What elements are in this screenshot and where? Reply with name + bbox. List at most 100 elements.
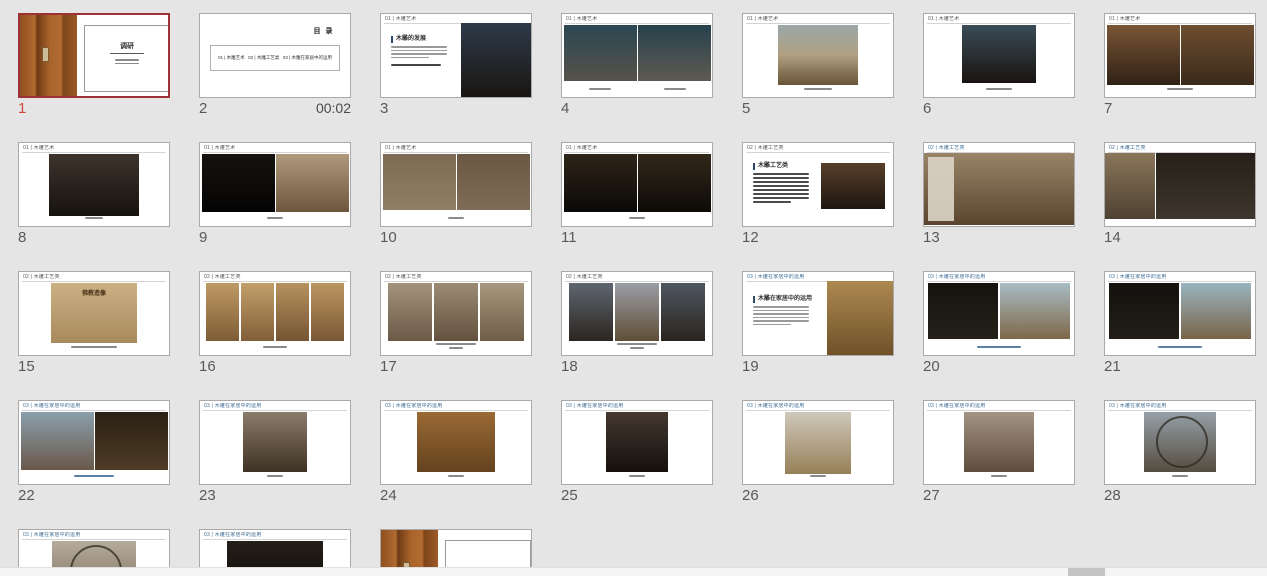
- slide-thumbnail[interactable]: 03 | 木雕在家居中的运用: [742, 400, 894, 485]
- slide-thumbnail[interactable]: 01 | 木雕艺术: [199, 142, 351, 227]
- slide-cell: 调研 1: [18, 13, 170, 117]
- slide-number: 9: [199, 229, 207, 246]
- slide-thumbnail[interactable]: 02 | 木雕工艺类: [380, 271, 532, 356]
- slide-label: 27: [923, 487, 1075, 504]
- slide-thumbnail[interactable]: 01 | 木雕艺术: [18, 142, 170, 227]
- photo-row: [383, 283, 529, 341]
- text-line: [753, 320, 809, 322]
- slide-number: 8: [18, 229, 26, 246]
- slide-number: 20: [923, 358, 940, 375]
- slide-number: 10: [380, 229, 397, 246]
- photo-thumbnail: [638, 25, 711, 81]
- slide-header-rule: [746, 23, 890, 24]
- text-line: [753, 185, 809, 187]
- slide-cell: 01 | 木雕艺术 10: [380, 142, 532, 246]
- title-underline: [110, 53, 144, 54]
- slide-header-rule: [927, 23, 1071, 24]
- wood-door-photo: [20, 15, 77, 96]
- slide-thumbnail[interactable]: 02 | 木雕工艺类: [561, 271, 713, 356]
- slide-number: 16: [199, 358, 216, 375]
- scrollbar-thumb[interactable]: [1068, 568, 1105, 576]
- photo-thumbnail: [615, 283, 659, 341]
- slide-thumbnail[interactable]: 01 | 木雕艺术: [742, 13, 894, 98]
- slide-thumbnail[interactable]: 01 | 木雕艺术: [561, 13, 713, 98]
- slide-number: 26: [742, 487, 759, 504]
- caption-row: [200, 475, 350, 477]
- slide-number: 12: [742, 229, 759, 246]
- slide-number: 19: [742, 358, 759, 375]
- slide-section-header: 01 | 木雕艺术: [566, 16, 708, 22]
- slide-thumbnail[interactable]: 03 | 木雕在家居中的运用: [561, 400, 713, 485]
- caption-row: [200, 217, 350, 219]
- slide-label: 6: [923, 100, 1075, 117]
- text-line: [391, 53, 447, 55]
- slide-header-rule: [22, 152, 166, 153]
- slide-number: 27: [923, 487, 940, 504]
- slide-header-rule: [927, 281, 1071, 282]
- slide-label: 7: [1104, 100, 1256, 117]
- text-line: [804, 88, 832, 90]
- slide-section-header: 02 | 木雕工艺类: [747, 145, 889, 151]
- slide-cell: 02 | 木雕工艺类13: [923, 142, 1075, 246]
- slide-section-header: 03 | 木雕在家居中的运用: [204, 532, 346, 538]
- photo-row: [1107, 412, 1253, 472]
- slide-label: 1: [18, 100, 170, 117]
- slide-label: 25: [561, 487, 713, 504]
- photo-thumbnail: [661, 283, 705, 341]
- photo-thumbnail: [49, 154, 139, 216]
- toc-item: 01 | 木雕艺术: [218, 55, 245, 61]
- slide-thumbnail[interactable]: 02 | 木雕工艺类佛教造像: [18, 271, 170, 356]
- slide-thumbnail[interactable]: 01 | 木雕艺术木雕的发展: [380, 13, 532, 98]
- slide-thumbnail[interactable]: 03 | 木雕在家居中的运用: [199, 400, 351, 485]
- text-line: [391, 57, 429, 59]
- toc-frame: 01 | 木雕艺术02 | 木雕工艺类03 | 木雕在家居中的运用: [210, 45, 340, 71]
- slide-cell: 03 | 木雕在家居中的运用23: [199, 400, 351, 504]
- text-line: [753, 310, 809, 312]
- slide-cell: 02 | 木雕工艺类 17: [380, 271, 532, 375]
- photo-thumbnail: [276, 283, 309, 341]
- slide-thumbnail[interactable]: 03 | 木雕在家居中的运用木雕在家居中的运用: [742, 271, 894, 356]
- slide-header-rule: [203, 410, 347, 411]
- photo-thumbnail: [243, 412, 307, 472]
- slide-thumbnail[interactable]: 02 | 木雕工艺类: [1104, 142, 1256, 227]
- slide-thumbnail[interactable]: 03 | 木雕在家居中的运用: [1104, 400, 1256, 485]
- slide-section-header: 01 | 木雕艺术: [385, 145, 527, 151]
- slide-section-header: 03 | 木雕在家居中的运用: [1109, 274, 1251, 280]
- section-heading: 木雕工艺类: [753, 163, 817, 170]
- slide-section-header: 03 | 木雕在家居中的运用: [747, 403, 889, 409]
- horizontal-scrollbar[interactable]: [0, 567, 1267, 576]
- slide-label: 16: [199, 358, 351, 375]
- slide-thumbnail[interactable]: 02 | 木雕工艺类: [199, 271, 351, 356]
- photo-thumbnail: [827, 281, 894, 356]
- slide-thumbnail[interactable]: 03 | 木雕在家居中的运用: [18, 400, 170, 485]
- slide-duration: 00:02: [316, 100, 351, 116]
- slide-thumbnail[interactable]: 02 | 木雕工艺类木雕工艺类: [742, 142, 894, 227]
- slide-thumbnail[interactable]: 03 | 木雕在家居中的运用: [380, 400, 532, 485]
- slide-thumbnail[interactable]: 调研: [18, 13, 170, 98]
- photo-row: [925, 153, 1073, 225]
- slide-number: 17: [380, 358, 397, 375]
- slide-thumbnail[interactable]: 02 | 木雕工艺类: [923, 142, 1075, 227]
- slide-thumbnail[interactable]: 01 | 木雕艺术: [923, 13, 1075, 98]
- photo-row: [202, 283, 348, 341]
- slide-header-rule: [1108, 410, 1252, 411]
- slide-label: 22: [18, 487, 170, 504]
- slide-label: 26: [742, 487, 894, 504]
- slide-thumbnail[interactable]: 03 | 木雕在家居中的运用: [923, 271, 1075, 356]
- photo-row: [564, 412, 710, 472]
- slide-label: 4: [561, 100, 713, 117]
- slide-cell: 01 | 木雕艺术 9: [199, 142, 351, 246]
- slide-thumbnail[interactable]: 03 | 木雕在家居中的运用: [923, 400, 1075, 485]
- text-line: [629, 475, 645, 477]
- slide-thumbnail[interactable]: 03 | 木雕在家居中的运用: [1104, 271, 1256, 356]
- slide-thumbnail[interactable]: 目 录01 | 木雕艺术02 | 木雕工艺类03 | 木雕在家居中的运用: [199, 13, 351, 98]
- slide-cell: 03 | 木雕在家居中的运用28: [1104, 400, 1256, 504]
- text-line: [589, 88, 611, 90]
- text-line: [1172, 475, 1188, 477]
- slide-thumbnail[interactable]: 01 | 木雕艺术: [380, 142, 532, 227]
- slide-thumbnail[interactable]: 01 | 木雕艺术: [561, 142, 713, 227]
- slide-cell: 03 | 木雕在家居中的运用 22: [18, 400, 170, 504]
- text-line: [449, 347, 463, 349]
- slide-thumbnail[interactable]: 01 | 木雕艺术: [1104, 13, 1256, 98]
- slide-label: 3: [380, 100, 532, 117]
